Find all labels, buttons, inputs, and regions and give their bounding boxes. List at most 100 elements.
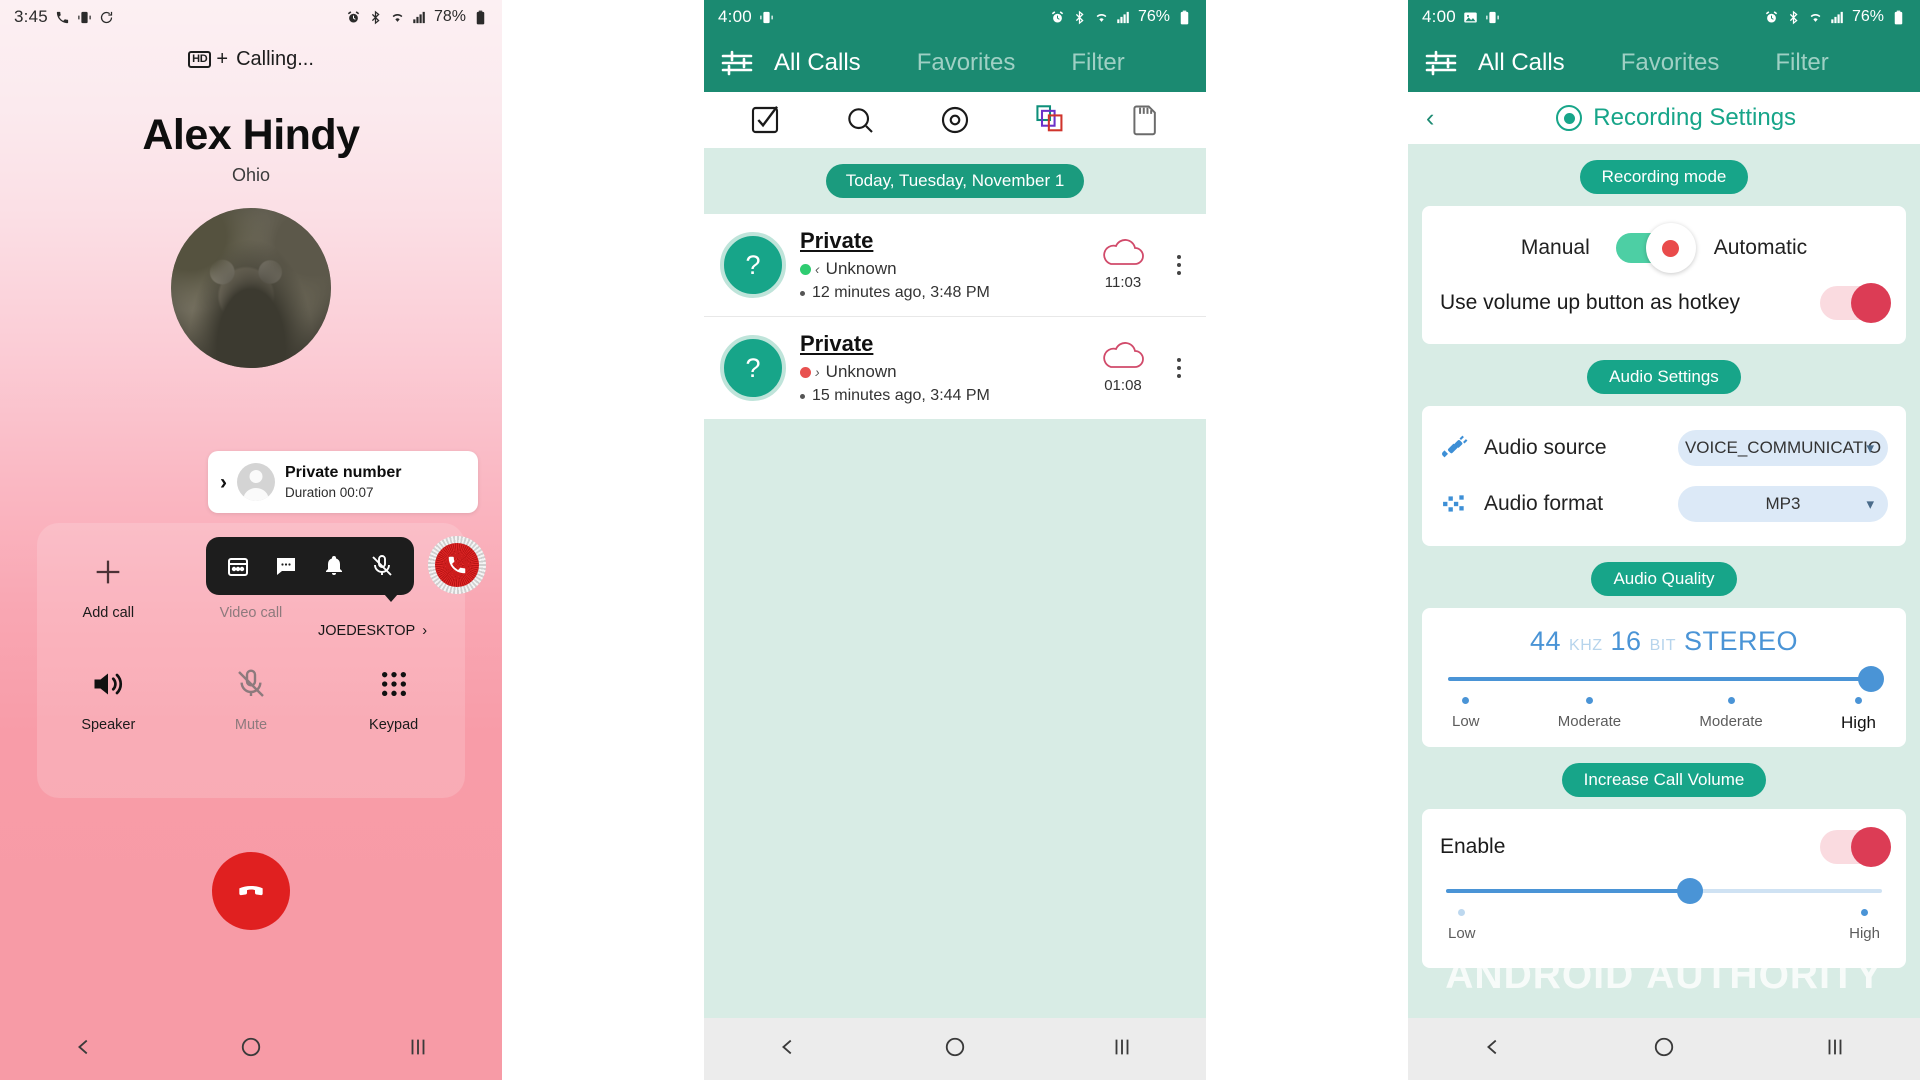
status-bar-call: 3:45 78%: [0, 0, 502, 34]
add-call-button[interactable]: Add call: [48, 551, 168, 621]
contact-name[interactable]: Private: [800, 331, 873, 357]
table-row[interactable]: ? Private › Unknown 15 minutes ago, 3:44…: [704, 316, 1206, 419]
nav-home-button[interactable]: [1653, 1036, 1675, 1063]
bell-icon[interactable]: [321, 553, 347, 579]
end-call-button[interactable]: [212, 852, 290, 930]
volume-slider[interactable]: [1440, 875, 1888, 904]
device-selector[interactable]: JOEDESKTOP ›: [318, 623, 427, 639]
battery-percent: 78%: [433, 8, 466, 25]
status-bar-calls: 4:00 76%: [704, 0, 1206, 34]
keypad-label: Keypad: [369, 717, 419, 733]
recording-mode-card: Manual Automatic Use volume up button as…: [1422, 206, 1906, 344]
filter-sliders-icon[interactable]: [720, 49, 754, 77]
tick-low: Low: [1452, 697, 1480, 733]
slider-knob[interactable]: [1858, 666, 1884, 692]
nav-recents-button[interactable]: [407, 1036, 429, 1063]
private-card-duration: Duration 00:07: [285, 484, 374, 500]
table-row[interactable]: ? Private ‹ Unknown 12 minutes ago, 3:48…: [704, 214, 1206, 316]
bullet-icon: [800, 290, 805, 296]
speaker-button[interactable]: Speaker: [48, 663, 168, 733]
audio-source-value[interactable]: VOICE_COMMUNICATIO ▾: [1678, 430, 1888, 466]
panel-gap-2: [1206, 0, 1408, 1080]
status-bar-settings: 4:00 76%: [1408, 0, 1920, 34]
call-state-row: HD + Calling...: [0, 48, 502, 71]
sd-card-icon[interactable]: [1127, 102, 1163, 138]
tab-filter[interactable]: Filter: [1769, 49, 1834, 77]
audio-format-row[interactable]: Audio format MP3 ▾: [1440, 476, 1888, 532]
phone-record-inner: [435, 543, 479, 587]
audio-format-text: MP3: [1765, 494, 1801, 513]
hotkey-toggle[interactable]: [1820, 283, 1891, 323]
image-icon: [1464, 12, 1477, 22]
cloud-icon[interactable]: [1097, 342, 1149, 374]
expand-chevron-icon[interactable]: ›: [220, 472, 227, 493]
switch-knob[interactable]: [1645, 223, 1696, 273]
nav-home-button[interactable]: [240, 1036, 262, 1063]
status-bar-right: 78%: [346, 8, 488, 26]
slider-track: [1446, 878, 1882, 904]
slider-knob[interactable]: [1677, 878, 1704, 904]
audio-format-label: Audio format: [1484, 492, 1604, 515]
caller-avatar: [171, 208, 331, 368]
cloud-icon[interactable]: [1097, 239, 1149, 271]
alarm-icon: [1765, 10, 1778, 22]
speaker-label: Speaker: [81, 717, 136, 733]
caller-location: Ohio: [231, 165, 271, 185]
avatar: [237, 463, 275, 501]
enable-toggle[interactable]: [1820, 827, 1891, 867]
chevron-down-icon: ▾: [1866, 496, 1874, 513]
search-icon[interactable]: [842, 102, 878, 138]
contact-name[interactable]: Private: [800, 228, 873, 254]
phone-record-icon[interactable]: [428, 536, 486, 594]
call-log-header: 4:00 76% All Calls Favorites Filter: [704, 0, 1206, 92]
private-card-title: Private number: [285, 463, 402, 481]
private-number-card[interactable]: › Private number Duration 00:07: [208, 451, 478, 513]
select-check-icon[interactable]: [747, 102, 783, 138]
kebab-icon[interactable]: [1168, 255, 1190, 275]
nav-back-button[interactable]: [1482, 1036, 1504, 1063]
audio-format-value[interactable]: MP3 ▾: [1678, 486, 1888, 522]
status-time: 3:45: [14, 7, 48, 26]
call-duration: 01:08: [1104, 377, 1142, 394]
message-icon[interactable]: [273, 553, 299, 579]
keypad-button[interactable]: Keypad: [334, 663, 454, 733]
nav-back-button[interactable]: [73, 1036, 95, 1063]
chevron-right-icon: ›: [422, 623, 428, 639]
recording-mode-switch[interactable]: [1615, 223, 1696, 273]
filter-sliders-icon[interactable]: [1424, 49, 1458, 77]
quality-channels: STEREO: [1684, 626, 1799, 656]
mute-button[interactable]: Mute: [191, 663, 311, 733]
tab-all-calls[interactable]: All Calls: [768, 49, 867, 77]
nav-recents-button[interactable]: [1824, 1036, 1846, 1063]
mic-off-icon[interactable]: [369, 553, 395, 579]
battery-percent: 76%: [1137, 8, 1170, 25]
tick-label: Low: [1448, 925, 1476, 942]
android-navbar: [704, 1018, 1206, 1080]
tick-label: Moderate: [1557, 713, 1622, 730]
quality-slider[interactable]: [1432, 661, 1896, 692]
nav-recents-button[interactable]: [1111, 1036, 1133, 1063]
tab-all-calls[interactable]: All Calls: [1472, 49, 1571, 77]
call-time: 12 minutes ago, 3:48 PM: [812, 284, 990, 301]
tab-favorites[interactable]: Favorites: [1615, 49, 1726, 77]
copy-layers-icon[interactable]: [1032, 102, 1068, 138]
section-chip-recording-mode: Recording mode: [1579, 160, 1749, 194]
tab-filter[interactable]: Filter: [1065, 49, 1130, 77]
nav-home-button[interactable]: [944, 1036, 966, 1063]
call-state-text: Calling...: [236, 48, 314, 70]
record-icon[interactable]: [937, 102, 973, 138]
bullet-icon: [800, 393, 805, 399]
audio-source-row[interactable]: Audio source VOICE_COMMUNICATIO ▾: [1440, 420, 1888, 476]
call-status: Unknown: [825, 259, 897, 278]
nav-back-button[interactable]: [777, 1036, 799, 1063]
settings-body: ‹ Recording Settings Recording mode Manu…: [1408, 92, 1920, 1018]
mute-label: Mute: [234, 717, 268, 733]
bluetooth-icon: [371, 10, 380, 24]
caller-name: Alex Hindy: [142, 111, 360, 159]
tab-favorites[interactable]: Favorites: [911, 49, 1022, 77]
kebab-icon[interactable]: [1168, 358, 1190, 378]
vibrate-icon: [760, 11, 773, 23]
back-chevron-icon[interactable]: ‹: [1426, 104, 1434, 133]
calendar-icon[interactable]: [225, 553, 251, 579]
speaker-icon: [48, 663, 168, 705]
